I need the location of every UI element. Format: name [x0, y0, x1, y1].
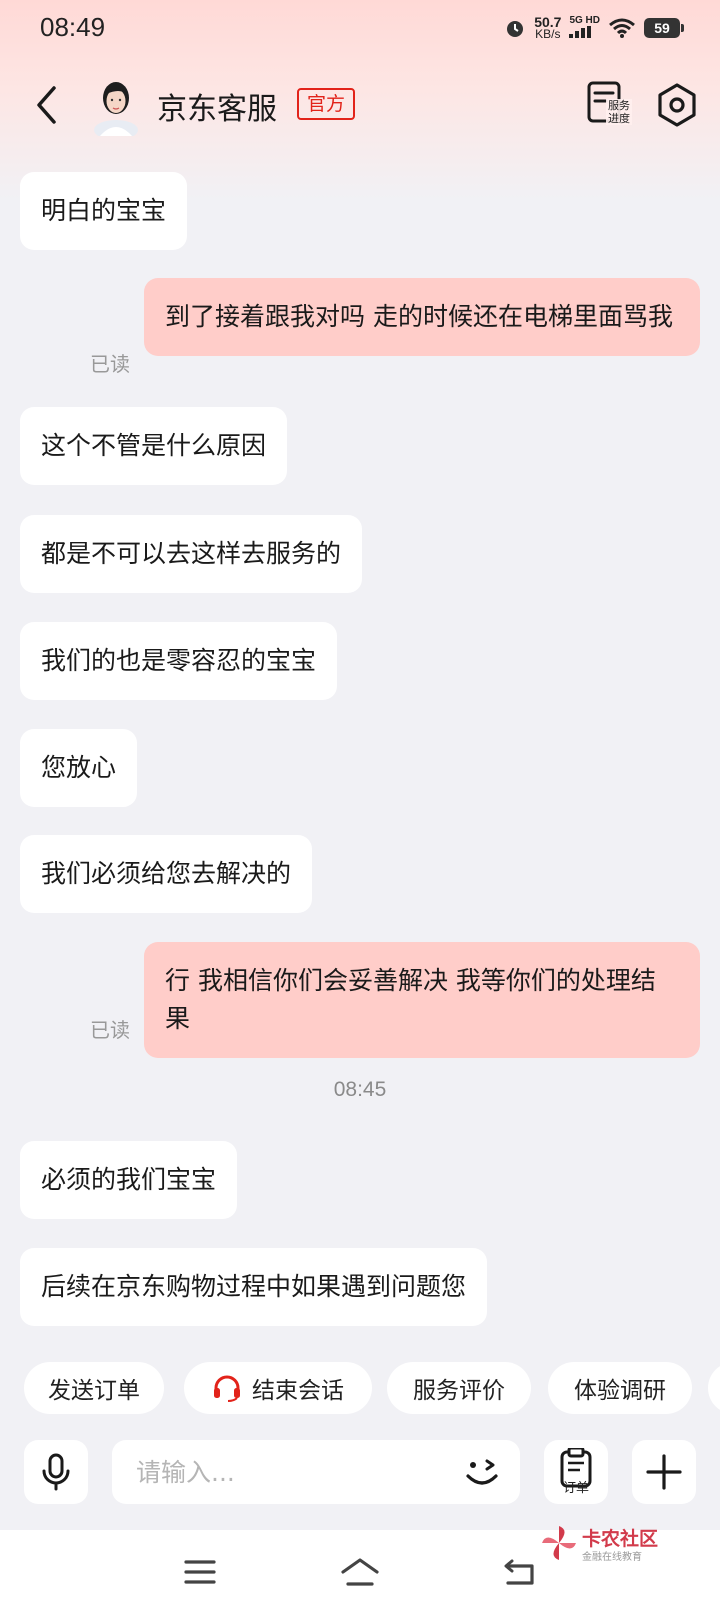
- wifi-icon: [609, 18, 635, 38]
- message-bubble-agent[interactable]: 您放心: [20, 729, 138, 807]
- menu-icon: [184, 1560, 216, 1584]
- signal-icon: [569, 25, 592, 38]
- message-bubble-agent[interactable]: 必须的我们宝宝: [20, 1141, 238, 1219]
- status-bar: 08:49 50.7 KB/s 5G HD 59: [0, 0, 720, 56]
- avatar: [94, 82, 138, 136]
- message-bubble-user[interactable]: 行 我相信你们会妥善解决 我等你们的处理结果: [144, 942, 700, 1058]
- message-bubble-agent[interactable]: 我们的也是零容忍的宝宝: [20, 622, 338, 700]
- voice-input-button[interactable]: [24, 1440, 88, 1504]
- back-button[interactable]: [26, 80, 66, 130]
- message-bubble-agent[interactable]: 后续在京东购物过程中如果遇到问题您: [20, 1248, 488, 1326]
- message-list[interactable]: 明白的宝宝 到了接着跟我对吗 走的时候还在电梯里面骂我 已读 这个不管是什么原因…: [0, 160, 720, 1340]
- input-bar: 订单: [0, 1440, 720, 1506]
- plus-icon: [646, 1454, 682, 1490]
- network-speed: 50.7 KB/s: [534, 14, 562, 41]
- chip-label: 体验调研: [574, 1378, 666, 1404]
- menu-nav-button[interactable]: [176, 1550, 224, 1594]
- chevron-left-icon: [37, 86, 56, 124]
- end-session-chip[interactable]: 结束会话: [184, 1362, 372, 1414]
- network-type: 5G HD: [569, 15, 600, 41]
- more-chip[interactable]: [708, 1362, 720, 1414]
- message-bubble-agent[interactable]: 这个不管是什么原因: [20, 407, 288, 485]
- experience-survey-chip[interactable]: 体验调研: [548, 1362, 692, 1414]
- message-bubble-agent[interactable]: 明白的宝宝: [20, 172, 188, 250]
- service-rating-chip[interactable]: 服务评价: [387, 1362, 531, 1414]
- watermark-subtitle: 金融在线教育: [582, 1552, 642, 1563]
- message-timestamp: 08:45: [333, 1078, 387, 1101]
- message-input[interactable]: [136, 1440, 436, 1504]
- chip-label: 结束会话: [252, 1378, 344, 1404]
- watermark-logo: 卡农社区 金融在线教育: [540, 1522, 690, 1566]
- message-input-box[interactable]: [112, 1440, 520, 1504]
- battery-indicator: 59: [644, 18, 684, 38]
- read-status: 已读: [90, 1018, 130, 1042]
- alarm-icon: [507, 21, 524, 37]
- emoji-icon[interactable]: [462, 1452, 502, 1492]
- return-icon: [504, 1559, 534, 1585]
- chat-header: 京东客服 官方 服务进度: [0, 64, 720, 148]
- service-progress-label: 服务进度: [606, 99, 632, 125]
- send-order-chip[interactable]: 发送订单: [24, 1362, 164, 1414]
- official-badge: 官方: [297, 88, 356, 120]
- back-nav-button[interactable]: [496, 1550, 544, 1594]
- read-status: 已读: [90, 352, 130, 376]
- hexagon-settings-icon: [658, 83, 696, 127]
- watermark-title: 卡农社区: [582, 1528, 659, 1550]
- order-label: 订单: [562, 1481, 589, 1496]
- message-bubble-agent[interactable]: 我们必须给您去解决的: [20, 835, 313, 913]
- headset-icon: [214, 1375, 240, 1402]
- pinwheel-logo-icon: [542, 1526, 576, 1560]
- chip-label: 发送订单: [48, 1378, 140, 1404]
- order-button[interactable]: 订单: [544, 1440, 608, 1504]
- home-nav-button[interactable]: [336, 1550, 384, 1594]
- message-bubble-user[interactable]: 到了接着跟我对吗 走的时候还在电梯里面骂我: [144, 278, 700, 356]
- chip-label: 服务评价: [413, 1378, 505, 1404]
- settings-button[interactable]: [656, 82, 698, 128]
- quick-action-bar[interactable]: 发送订单 结束会话 服务评价 体验调研: [0, 1362, 720, 1420]
- message-bubble-agent[interactable]: 都是不可以去这样去服务的: [20, 515, 363, 593]
- microphone-icon: [42, 1453, 70, 1491]
- home-icon: [341, 1558, 379, 1586]
- chat-title: 京东客服: [157, 92, 277, 127]
- more-options-button[interactable]: [632, 1440, 696, 1504]
- status-time: 08:49: [40, 12, 106, 42]
- status-icons: 50.7 KB/s 5G HD 59: [504, 14, 684, 42]
